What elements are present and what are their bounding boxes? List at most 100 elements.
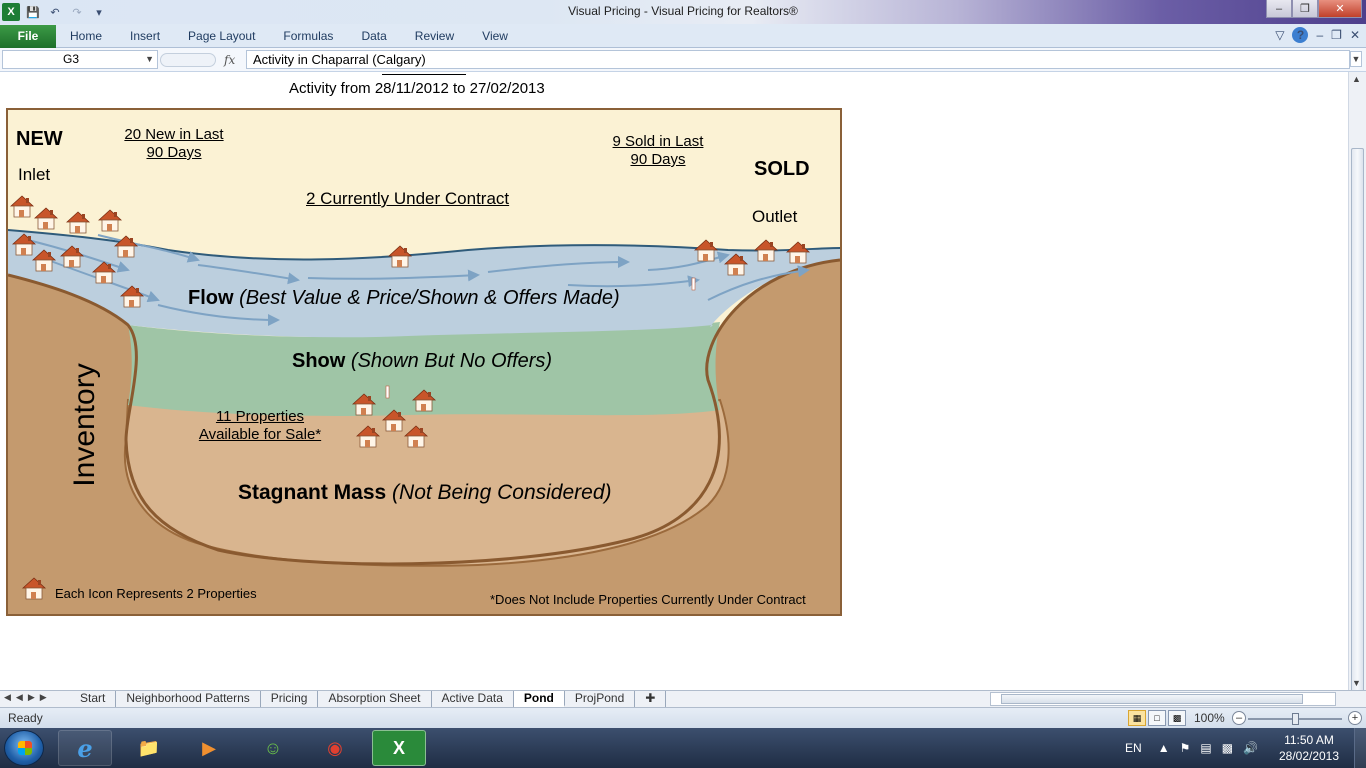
close-button[interactable]: ✕ (1318, 0, 1362, 18)
pond-diagram: Inventory NEW Inlet 20 New in Last 90 Da… (6, 108, 842, 616)
clock-date: 28/02/2013 (1278, 749, 1340, 763)
zoom-out-icon[interactable]: – (1232, 711, 1246, 725)
sheet-tab-absorption-sheet[interactable]: Absorption Sheet (318, 691, 432, 707)
flow-title: Flow (188, 287, 234, 309)
clipped-cell-underline (382, 72, 466, 75)
insert-sheet-icon[interactable]: ✚ (635, 691, 667, 707)
scroll-down-icon[interactable]: ▼ (1352, 678, 1361, 688)
name-box[interactable]: G3 ▼ (2, 50, 158, 69)
inlet-label: Inlet (18, 165, 51, 184)
new-count-line-1: 20 New in Last (124, 126, 224, 143)
action-center-icon[interactable]: ⚑ (1180, 741, 1191, 755)
new-count-line-2: 90 Days (146, 144, 202, 161)
contract-houses (388, 245, 412, 268)
taskbar: e 📁 ▶ ☺ ◉ X EN ▲ ⚑ ▤ ▩ 🔊 11:50 AM 28/02/… (0, 728, 1366, 768)
new-count: 20 New in Last 90 Days (116, 126, 232, 162)
zoom-slider[interactable]: – + (1232, 711, 1362, 727)
horizontal-scroll-thumb[interactable] (1001, 694, 1303, 704)
sheet-tab-start[interactable]: Start (70, 691, 117, 707)
formula-bar: G3 ▼ fx Activity in Chaparral (Calgary) … (0, 48, 1366, 72)
tab-page-layout[interactable]: Page Layout (174, 24, 269, 48)
stagnant-label: Stagnant Mass (Not Being Considered) (238, 481, 612, 505)
flow-desc: (Best Value & Price/Shown & Offers Made) (239, 287, 620, 309)
chevron-down-icon[interactable]: ▼ (145, 51, 154, 68)
sheet-tab-projpond[interactable]: ProjPond (565, 691, 636, 707)
sheet-tab-neighborhood-patterns[interactable]: Neighborhood Patterns (116, 691, 261, 707)
tray-expand-icon[interactable]: ▲ (1158, 741, 1170, 755)
sold-count-line-2: 90 Days (630, 151, 686, 168)
tab-data[interactable]: Data (347, 24, 400, 48)
flow-label: Flow (Best Value & Price/Shown & Offers … (188, 287, 620, 310)
media-player-icon[interactable]: ▶ (182, 730, 236, 766)
show-title: Show (292, 350, 346, 372)
sheet-nav-icons[interactable]: ◀◀▶▶ (4, 692, 52, 703)
scroll-up-icon[interactable]: ▲ (1352, 74, 1361, 84)
new-label: NEW (16, 128, 63, 150)
system-tray: EN ▲ ⚑ ▤ ▩ 🔊 11:50 AM 28/02/2013 (1125, 728, 1366, 768)
vertical-scroll-thumb[interactable] (1351, 148, 1364, 738)
normal-view-icon[interactable]: ▦ (1128, 710, 1146, 726)
start-button[interactable] (4, 730, 44, 766)
tab-insert[interactable]: Insert (116, 24, 174, 48)
network-icon[interactable]: ▤ (1200, 741, 1211, 755)
formula-cancel-enter-icon (160, 52, 216, 67)
excel-taskbar-icon[interactable]: X (372, 730, 426, 766)
legend-text: Each Icon Represents 2 Properties (55, 586, 257, 601)
available-line-1: 11 Properties (215, 408, 305, 425)
zoom-knob[interactable] (1292, 713, 1299, 725)
available-line-2: Available for Sale* (198, 426, 322, 443)
minimize-button[interactable]: – (1266, 0, 1292, 18)
tab-home[interactable]: Home (56, 24, 116, 48)
sheet-tab-pricing[interactable]: Pricing (261, 691, 319, 707)
language-indicator[interactable]: EN (1125, 741, 1142, 755)
worksheet[interactable]: Activity from 28/11/2012 to 27/02/2013 I… (0, 72, 1348, 690)
file-explorer-icon[interactable]: 📁 (122, 730, 176, 766)
clock[interactable]: 11:50 AM 28/02/2013 (1264, 732, 1354, 764)
activity-date-range: Activity from 28/11/2012 to 27/02/2013 (289, 80, 545, 97)
outlet-label: Outlet (752, 207, 798, 226)
page-break-view-icon[interactable]: ▩ (1168, 710, 1186, 726)
show-desc: (Shown But No Offers) (350, 350, 553, 372)
sold-count: 9 Sold in Last 90 Days (600, 133, 716, 169)
expand-formula-icon[interactable]: ▼ (1350, 51, 1362, 67)
ribbon: File Home Insert Page Layout Formulas Da… (0, 24, 1366, 48)
sheet-tabs-bar: ◀◀▶▶ Start Neighborhood Patterns Pricing… (0, 690, 1366, 707)
vertical-scrollbar[interactable]: ▲ ▼ (1348, 72, 1366, 738)
tab-view[interactable]: View (468, 24, 522, 48)
signal-icon[interactable]: ▩ (1222, 741, 1233, 755)
doc-close-icon[interactable]: ✕ (1350, 28, 1360, 42)
ribbon-collapse-icon[interactable]: ▽ (1275, 28, 1284, 42)
status-text: Ready (8, 711, 43, 725)
tab-review[interactable]: Review (401, 24, 468, 48)
title-bar: X 💾 ↶ ↷ ▾ Visual Pricing - Visual Pricin… (0, 0, 1366, 24)
file-tab[interactable]: File (0, 24, 56, 48)
volume-icon[interactable]: 🔊 (1243, 741, 1258, 755)
doc-restore-icon[interactable]: ❐ (1331, 28, 1342, 42)
name-box-value: G3 (63, 52, 80, 66)
inventory-label: Inventory (68, 363, 101, 486)
page-layout-view-icon[interactable]: □ (1148, 710, 1166, 726)
restore-button[interactable]: ❐ (1292, 0, 1318, 18)
zoom-level[interactable]: 100% (1194, 711, 1225, 725)
horizontal-scrollbar[interactable] (990, 692, 1336, 706)
internet-explorer-icon[interactable]: e (58, 730, 112, 766)
messenger-icon[interactable]: ☺ (246, 730, 300, 766)
stagnant-title: Stagnant Mass (238, 481, 387, 504)
insert-function-icon[interactable]: fx (224, 53, 235, 67)
show-desktop-button[interactable] (1354, 728, 1366, 768)
footnote: *Does Not Include Properties Currently U… (490, 592, 806, 607)
show-label: Show (Shown But No Offers) (292, 350, 552, 373)
status-bar: Ready ▦ □ ▩ 100% – + (0, 707, 1366, 728)
under-contract-label: 2 Currently Under Contract (306, 189, 510, 208)
tab-formulas[interactable]: Formulas (269, 24, 347, 48)
half-house-marker (385, 385, 390, 399)
zoom-in-icon[interactable]: + (1348, 711, 1362, 725)
chrome-icon[interactable]: ◉ (308, 730, 362, 766)
available-count: 11 Properties Available for Sale* (188, 408, 332, 444)
help-icon[interactable]: ? (1292, 27, 1309, 43)
sheet-tab-active-data[interactable]: Active Data (432, 691, 514, 707)
clock-time: 11:50 AM (1284, 733, 1334, 747)
doc-minimize-icon[interactable]: – (1316, 28, 1323, 42)
formula-input[interactable]: Activity in Chaparral (Calgary) (246, 50, 1350, 69)
sheet-tab-pond[interactable]: Pond (513, 691, 565, 707)
